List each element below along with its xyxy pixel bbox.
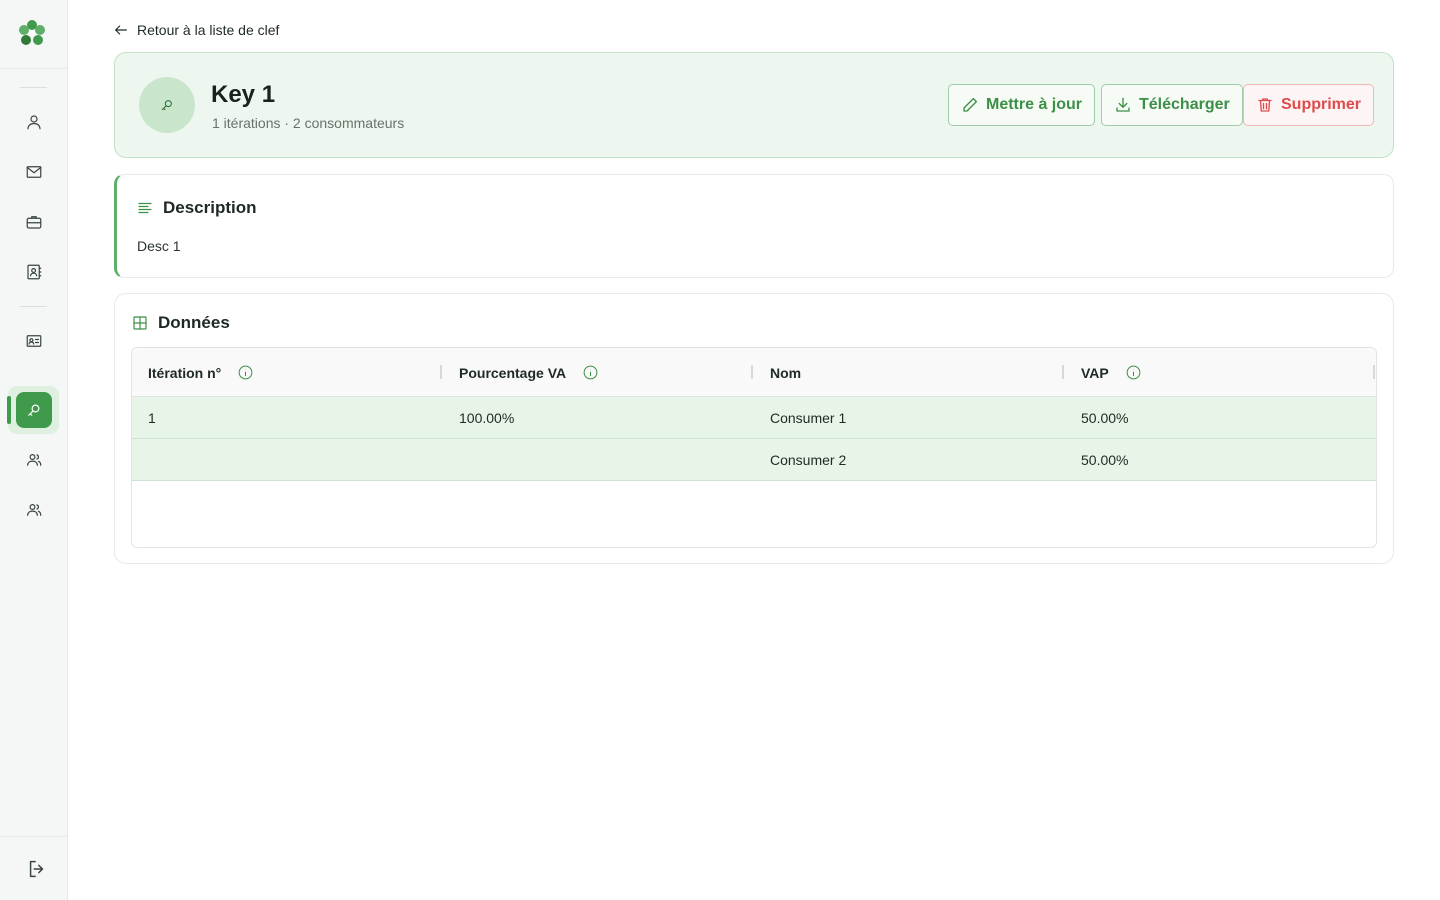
info-icon[interactable] — [1125, 364, 1142, 381]
key-icon — [161, 100, 172, 111]
nav-users-icon[interactable] — [14, 440, 54, 480]
download-button-label: Télécharger — [1139, 96, 1230, 113]
column-divider[interactable] — [1373, 365, 1375, 379]
page-title: Key 1 — [211, 81, 276, 108]
column-divider[interactable] — [440, 365, 442, 379]
download-button[interactable]: Télécharger — [1101, 84, 1243, 126]
description-heading: Description — [136, 198, 257, 218]
column-header-name[interactable]: Nom — [770, 348, 801, 397]
key-header-card: Key 1 1 itérations · 2 consommateurs Met… — [114, 52, 1394, 158]
pencil-icon — [963, 97, 978, 112]
table-icon — [133, 316, 147, 330]
data-heading-label: Données — [158, 313, 230, 332]
data-card: Données Itération n° Pourcentage VA Nom … — [114, 293, 1394, 564]
delete-button[interactable]: Supprimer — [1243, 84, 1375, 126]
column-header-vap[interactable]: VAP — [1081, 348, 1142, 397]
nav-active-indicator — [7, 396, 11, 424]
nav-key-icon[interactable] — [16, 392, 52, 428]
back-to-key-list-link[interactable]: Retour à la liste de clef — [113, 20, 279, 40]
nav-id-card-icon[interactable] — [14, 321, 54, 361]
arrow-left-icon — [115, 25, 127, 35]
column-divider[interactable] — [751, 365, 753, 379]
sidebar-divider — [20, 87, 47, 88]
cell-name: Consumer 1 — [770, 409, 847, 426]
key-avatar — [139, 77, 195, 133]
description-heading-label: Description — [163, 198, 257, 217]
download-icon — [1116, 97, 1130, 112]
nav-mail-icon[interactable] — [14, 152, 54, 192]
table-row[interactable]: 1 100.00% Consumer 1 50.00% — [132, 397, 1376, 439]
cell-name: Consumer 2 — [770, 451, 847, 468]
nav-briefcase-icon[interactable] — [14, 202, 54, 242]
column-header-label: Pourcentage VA — [459, 364, 567, 381]
column-divider[interactable] — [1062, 365, 1064, 379]
cell-vap: 50.00% — [1081, 451, 1129, 468]
data-table: Itération n° Pourcentage VA Nom VAP 1 10… — [131, 347, 1377, 548]
cell-iteration: 1 — [148, 409, 156, 426]
delete-button-label: Supprimer — [1281, 96, 1362, 113]
key-summary: 1 itérations · 2 consommateurs — [212, 115, 405, 131]
info-icon[interactable] — [237, 364, 254, 381]
description-card: Description Desc 1 — [114, 174, 1394, 278]
update-button[interactable]: Mettre à jour — [948, 84, 1096, 126]
cell-vap: 50.00% — [1081, 409, 1129, 426]
column-header-percentage[interactable]: Pourcentage VA — [459, 348, 599, 397]
logout-icon[interactable] — [26, 858, 48, 880]
cell-percentage: 100.00% — [459, 409, 515, 426]
update-button-label: Mettre à jour — [986, 96, 1083, 113]
table-header: Itération n° Pourcentage VA Nom VAP — [132, 348, 1376, 397]
text-lines-icon — [138, 202, 152, 214]
column-header-iteration[interactable]: Itération n° — [148, 348, 254, 397]
sidebar-divider — [0, 836, 68, 837]
data-heading: Données — [131, 313, 230, 333]
sidebar-divider — [20, 306, 47, 307]
info-icon[interactable] — [582, 364, 599, 381]
back-link-label: Retour à la liste de clef — [137, 22, 280, 38]
column-header-label: Itération n° — [148, 364, 222, 381]
nav-contact-book-icon[interactable] — [14, 252, 54, 292]
table-row[interactable]: Consumer 2 50.00% — [132, 439, 1376, 481]
column-header-label: VAP — [1081, 364, 1109, 381]
column-header-label: Nom — [770, 364, 802, 381]
sidebar-divider — [0, 68, 68, 69]
sidebar — [0, 0, 68, 900]
description-text: Desc 1 — [137, 238, 181, 254]
trash-icon — [1258, 98, 1272, 112]
app-logo — [19, 20, 45, 45]
nav-user-icon[interactable] — [14, 102, 54, 142]
nav-users-group-icon[interactable] — [14, 490, 54, 530]
